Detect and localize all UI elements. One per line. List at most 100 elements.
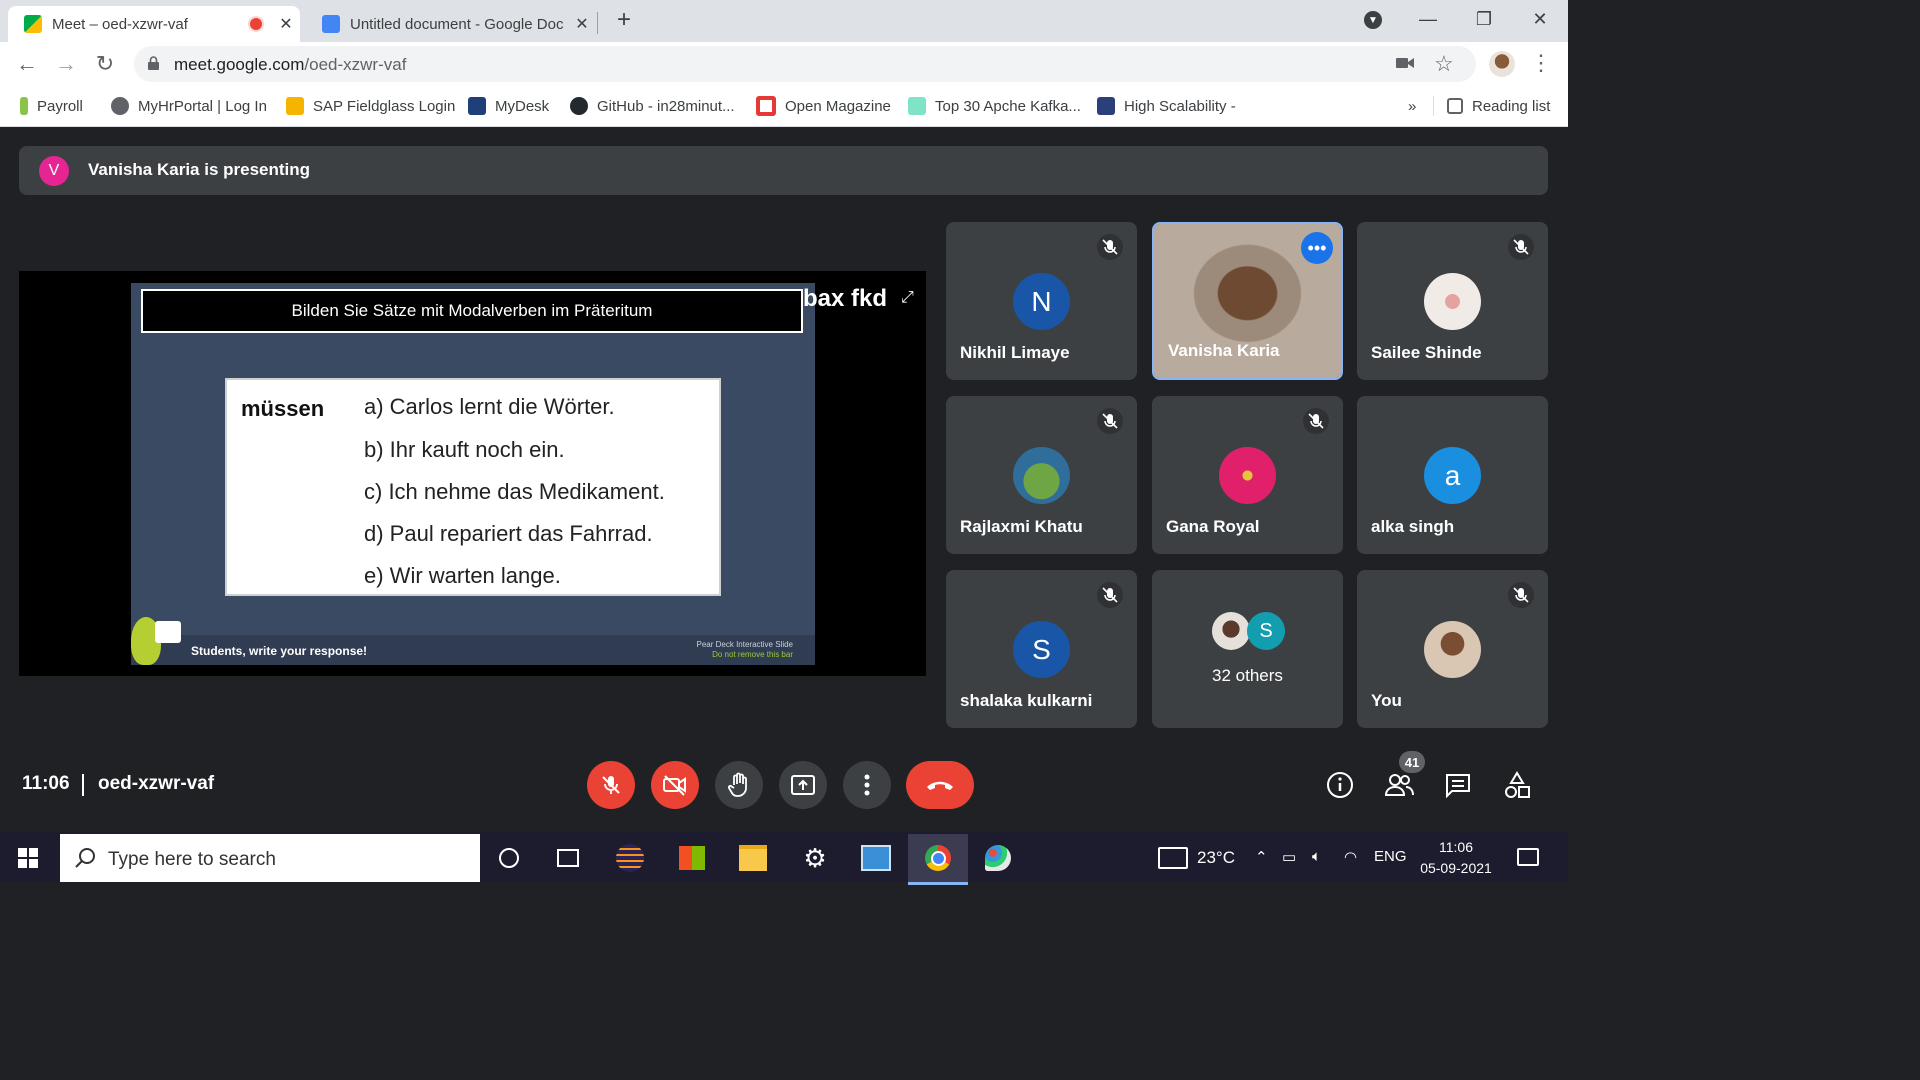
close-tab-icon[interactable]: ✕ <box>272 14 300 34</box>
muted-mic-icon <box>1097 582 1123 608</box>
bookmark-label: SAP Fieldglass Login <box>313 97 456 115</box>
url-path: /oed-xzwr-vaf <box>304 55 407 74</box>
bookmarks-overflow-icon[interactable]: » <box>1408 94 1416 118</box>
address-bar[interactable]: meet.google.com/oed-xzwr-vaf ☆ <box>134 46 1476 82</box>
raise-hand-button[interactable] <box>715 761 763 809</box>
muted-mic-icon <box>1508 582 1534 608</box>
bookmark-mydesk[interactable]: MyDesk <box>468 94 549 118</box>
bookmark-label: Top 30 Apche Kafka... <box>935 97 1081 115</box>
bookmark-high-scalability[interactable]: High Scalability - <box>1097 94 1236 118</box>
volume-icon[interactable]: 🔈︎ <box>1312 848 1321 865</box>
others-tile[interactable]: S 32 others <box>1152 570 1343 728</box>
bookmark-myhrportal[interactable]: MyHrPortal | Log In <box>111 94 267 118</box>
reload-icon[interactable]: ↻ <box>91 50 119 78</box>
participant-name: shalaka kulkarni <box>960 691 1093 710</box>
tray-chevron-icon[interactable]: ⌃ <box>1255 848 1268 866</box>
bookmark-open-magazine[interactable]: Open Magazine <box>756 94 891 118</box>
store-icon[interactable] <box>663 834 721 882</box>
weather-icon[interactable] <box>1158 847 1188 869</box>
avatar <box>1424 621 1481 678</box>
control-panel-icon[interactable] <box>847 834 905 882</box>
minimize-icon[interactable]: — <box>1400 0 1456 38</box>
close-window-icon[interactable]: ✕ <box>1512 0 1568 38</box>
participant-tile-active-speaker[interactable]: ••• Vanisha Karia <box>1152 222 1343 380</box>
participant-tile[interactable]: Rajlaxmi Khatu <box>946 396 1137 554</box>
chat-icon[interactable] <box>1441 768 1475 802</box>
sentence-e: e) Wir warten lange. <box>364 563 561 588</box>
presenting-text: Vanisha Karia is presenting <box>88 160 311 179</box>
participant-name: alka singh <box>1371 517 1455 536</box>
forward-icon[interactable]: → <box>52 50 80 78</box>
bookmark-kafka[interactable]: Top 30 Apche Kafka... <box>908 94 1081 118</box>
chrome-icon[interactable] <box>908 834 968 885</box>
task-view-icon[interactable] <box>539 834 597 882</box>
bookmark-label: Open Magazine <box>785 97 891 115</box>
participant-tile[interactable]: N Nikhil Limaye <box>946 222 1137 380</box>
participant-name: Nikhil Limaye <box>960 343 1070 362</box>
url-host: meet.google.com <box>174 55 305 74</box>
meeting-details-icon[interactable] <box>1323 768 1357 802</box>
leave-call-button[interactable] <box>906 761 974 809</box>
camera-off-button[interactable] <box>651 761 699 809</box>
modal-verb: müssen <box>241 396 325 421</box>
overlay-text: bax fkd <box>803 285 888 312</box>
present-screen-button[interactable] <box>779 761 827 809</box>
shared-screen: Bilden Sie Sätze mit Modalverben im Prät… <box>19 271 926 676</box>
taskbar-search[interactable]: Type here to search <box>60 834 480 882</box>
bookmark-payroll[interactable]: Payroll <box>20 94 83 118</box>
settings-icon[interactable]: ⚙ <box>786 834 844 882</box>
file-explorer-icon[interactable] <box>724 834 782 882</box>
battery-icon[interactable]: ▭ <box>1282 848 1296 866</box>
cortana-icon[interactable] <box>480 834 538 882</box>
bookmark-label: Payroll <box>37 97 83 115</box>
avatar <box>1212 612 1250 650</box>
presenter-avatar: V <box>39 156 69 186</box>
presentation-slide: Bilden Sie Sätze mit Modalverben im Prät… <box>131 283 815 665</box>
participant-name: Gana Royal <box>1166 517 1260 536</box>
reading-list-button[interactable]: Reading list <box>1447 94 1550 118</box>
participant-tile[interactable]: Sailee Shinde <box>1357 222 1548 380</box>
tab-search-icon[interactable]: ▼ <box>1364 11 1382 29</box>
back-icon[interactable]: ← <box>13 50 41 78</box>
close-tab-icon[interactable]: ✕ <box>568 14 596 34</box>
more-options-icon[interactable]: ••• <box>1301 232 1333 264</box>
restore-icon[interactable]: ❐ <box>1456 0 1512 38</box>
mic-off-button[interactable] <box>587 761 635 809</box>
profile-avatar[interactable] <box>1489 51 1515 77</box>
tab-meet[interactable]: Meet – oed-xzwr-vaf ✕ <box>8 6 300 42</box>
bookmark-github[interactable]: GitHub - in28minut... <box>570 94 735 118</box>
participant-name: Rajlaxmi Khatu <box>960 517 1083 536</box>
tab-title: Meet – oed-xzwr-vaf <box>52 15 188 33</box>
bookmark-sap-fieldglass[interactable]: SAP Fieldglass Login <box>286 94 455 118</box>
tab-strip: Meet – oed-xzwr-vaf ✕ Untitled document … <box>0 0 1568 42</box>
participant-tile[interactable]: Gana Royal <box>1152 396 1343 554</box>
new-tab-icon[interactable]: + <box>610 6 638 34</box>
participant-count-badge: 41 <box>1399 751 1425 773</box>
windows-start-icon[interactable] <box>18 848 38 868</box>
clock-time: 11:06 <box>1439 839 1473 855</box>
paint-icon[interactable] <box>969 834 1027 882</box>
input-language[interactable]: ENG <box>1374 848 1407 865</box>
bookmark-star-icon[interactable]: ☆ <box>1434 51 1454 77</box>
tab-docs[interactable]: Untitled document - Google Doc ✕ <box>306 6 596 42</box>
menu-icon[interactable]: ⋮ <box>1530 50 1552 76</box>
notification-icon[interactable] <box>1517 848 1539 866</box>
payroll-icon <box>20 97 28 115</box>
clock[interactable]: 11:06 05-09-2021 <box>1412 837 1500 879</box>
participant-tile[interactable]: a alka singh <box>1357 396 1548 554</box>
tab-separator <box>597 12 598 34</box>
participant-tile[interactable]: S shalaka kulkarni <box>946 570 1137 728</box>
activities-icon[interactable] <box>1500 768 1534 802</box>
camera-icon[interactable] <box>1396 56 1414 75</box>
others-count-label: 32 others <box>1212 666 1283 685</box>
muted-mic-icon <box>1508 234 1534 260</box>
expand-icon[interactable]: ⤢ <box>901 289 914 307</box>
slide-footer: Students, write your response! Pear Deck… <box>131 617 815 665</box>
more-options-button[interactable] <box>843 761 891 809</box>
eclipse-icon[interactable] <box>601 834 659 882</box>
high-scalability-icon <box>1097 97 1115 115</box>
self-tile[interactable]: You <box>1357 570 1548 728</box>
wifi-icon[interactable]: ◠ <box>1344 848 1357 866</box>
temperature[interactable]: 23°C <box>1197 848 1235 868</box>
people-icon[interactable] <box>1382 768 1416 802</box>
